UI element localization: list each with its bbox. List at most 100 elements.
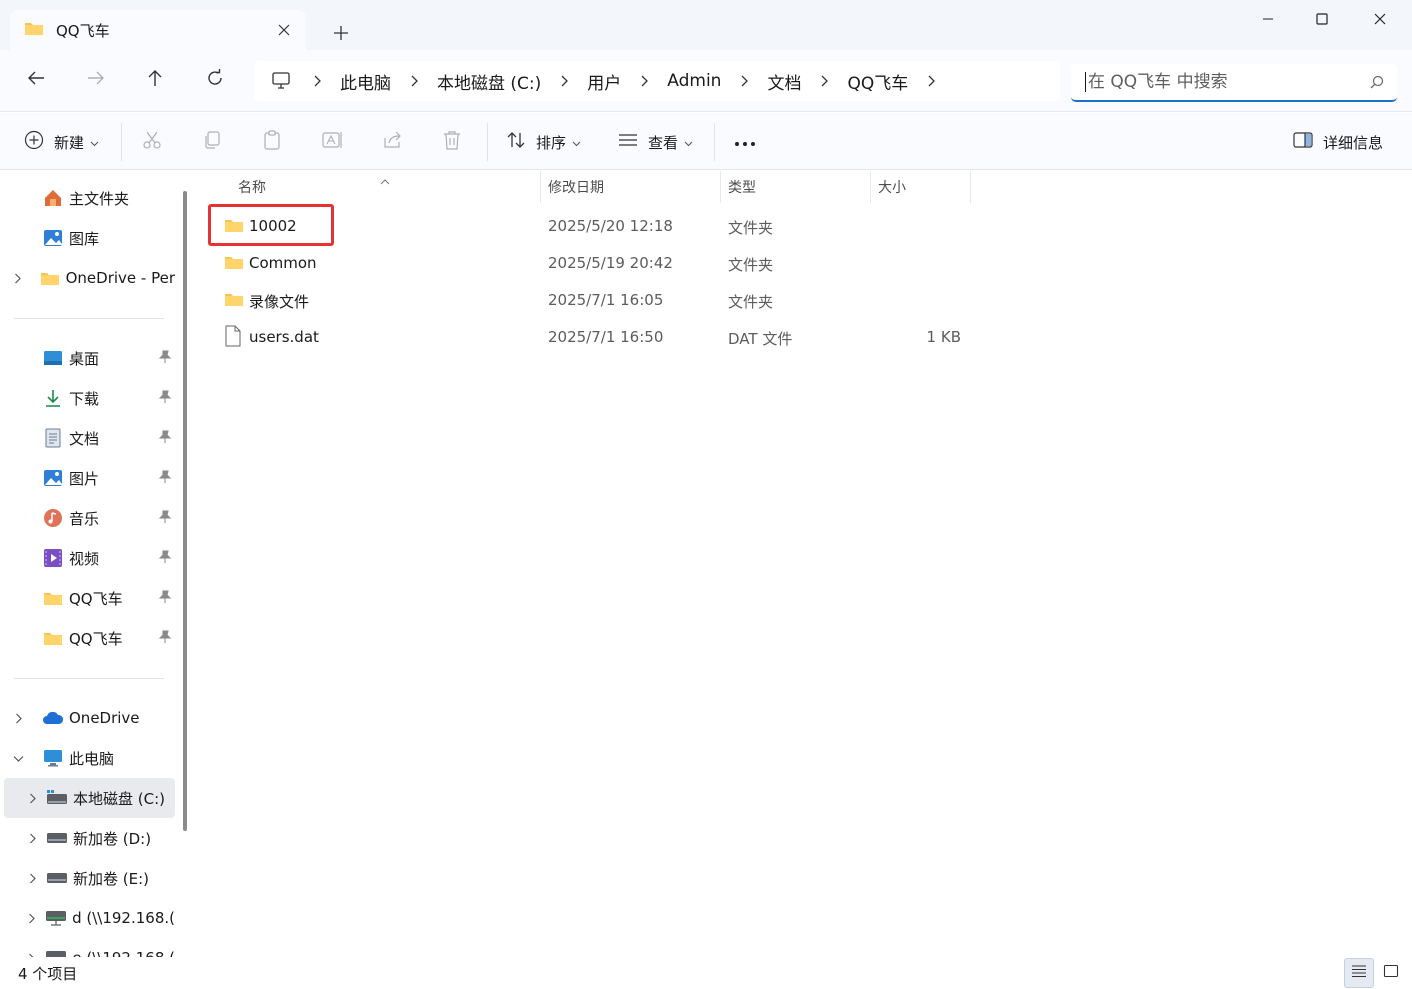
folder-icon [224, 254, 244, 274]
tab-qq-feiche[interactable]: QQ飞车 [10, 10, 306, 50]
details-label: 详细信息 [1323, 133, 1384, 152]
sidebar-item-volume-e[interactable]: 新加卷 (E:) [4, 858, 175, 898]
more-options-button[interactable] [734, 125, 756, 159]
search-box[interactable] [1071, 64, 1397, 102]
close-icon [1374, 11, 1386, 29]
column-header-name[interactable]: 名称 [238, 171, 266, 203]
search-input[interactable] [1085, 72, 1357, 92]
sidebar-item-videos[interactable]: 视频 [4, 538, 175, 578]
file-row[interactable]: 10002 2025/5/20 12:18 文件夹 [208, 208, 1158, 245]
pin-icon[interactable] [158, 510, 172, 528]
monitor-icon [42, 747, 64, 769]
sidebar-item-label: 文档 [69, 429, 100, 448]
new-button[interactable]: 新建 [24, 125, 99, 159]
pin-icon[interactable] [158, 550, 172, 568]
chevron-right-icon[interactable] [549, 61, 579, 101]
sidebar-item-desktop[interactable]: 桌面 [4, 338, 175, 378]
sidebar-item-home[interactable]: 主文件夹 [4, 178, 175, 218]
forward-button[interactable] [80, 64, 112, 96]
sidebar-item-downloads[interactable]: 下载 [4, 378, 175, 418]
column-divider[interactable] [540, 171, 541, 203]
network-drive-icon [45, 907, 67, 929]
chevron-right-icon[interactable] [916, 61, 946, 101]
close-tab-icon[interactable] [274, 20, 294, 40]
pin-icon[interactable] [158, 430, 172, 448]
pin-icon[interactable] [158, 350, 172, 368]
up-button[interactable] [139, 64, 171, 96]
chevron-right-icon[interactable] [4, 273, 30, 284]
column-divider[interactable] [870, 171, 871, 203]
pin-icon[interactable] [158, 590, 172, 608]
column-header-type[interactable]: 类型 [728, 171, 756, 203]
drive-icon [46, 827, 68, 849]
sidebar-item-network-e[interactable]: e (\\192.168.( [4, 938, 175, 957]
sidebar-item-local-disk-c[interactable]: 本地磁盘 (C:) [4, 778, 175, 818]
chevron-down-icon [572, 133, 581, 151]
rename-button[interactable] [322, 125, 344, 159]
breadcrumb-admin[interactable]: Admin [667, 71, 721, 91]
cut-button[interactable] [142, 125, 162, 159]
sidebar-item-onedrive[interactable]: OneDrive [4, 698, 175, 738]
chevron-right-icon[interactable] [729, 61, 759, 101]
file-row[interactable]: users.dat 2025/7/1 16:50 DAT 文件 1 KB [208, 319, 1158, 356]
sort-button[interactable]: 排序 [506, 125, 581, 159]
breadcrumb-documents[interactable]: 文档 [767, 69, 801, 94]
file-row[interactable]: 录像文件 2025/7/1 16:05 文件夹 [208, 282, 1158, 319]
chevron-right-icon[interactable] [18, 913, 45, 924]
maximize-button[interactable] [1294, 0, 1350, 40]
copy-icon [202, 130, 222, 154]
computer-icon[interactable] [268, 72, 294, 90]
breadcrumb-users[interactable]: 用户 [587, 69, 621, 94]
file-row[interactable]: Common 2025/5/19 20:42 文件夹 [208, 245, 1158, 282]
chevron-right-icon[interactable] [18, 873, 46, 884]
large-icons-view-button[interactable] [1376, 958, 1406, 988]
sidebar-item-this-pc[interactable]: 此电脑 [4, 738, 175, 778]
pin-icon[interactable] [158, 470, 172, 488]
chevron-right-icon[interactable] [18, 793, 46, 804]
chevron-right-icon[interactable] [399, 61, 429, 101]
search-icon[interactable] [1357, 64, 1397, 100]
share-button[interactable] [383, 125, 403, 159]
chevron-down-icon[interactable] [4, 755, 32, 762]
pin-icon[interactable] [158, 630, 172, 648]
close-window-button[interactable] [1352, 0, 1408, 40]
folder-icon [224, 291, 244, 311]
chevron-right-icon[interactable] [18, 833, 46, 844]
paste-button[interactable] [262, 125, 282, 159]
sidebar-item-pictures[interactable]: 图片 [4, 458, 175, 498]
delete-button[interactable] [443, 125, 461, 159]
sidebar-scrollbar[interactable] [183, 191, 187, 831]
sidebar-item-volume-d[interactable]: 新加卷 (D:) [4, 818, 175, 858]
back-button[interactable] [20, 64, 52, 96]
sidebar-item-onedrive-personal[interactable]: OneDrive - Per [4, 258, 175, 298]
sidebar-item-documents[interactable]: 文档 [4, 418, 175, 458]
breadcrumb-qq-feiche[interactable]: QQ飞车 [847, 69, 908, 94]
new-tab-button[interactable] [326, 18, 356, 48]
copy-button[interactable] [202, 125, 222, 159]
address-bar[interactable]: 此电脑 本地磁盘 (C:) 用户 Admin 文档 QQ飞车 [254, 61, 1060, 101]
column-divider[interactable] [970, 171, 971, 203]
breadcrumb-local-disk[interactable]: 本地磁盘 (C:) [437, 69, 541, 94]
minimize-button[interactable] [1240, 0, 1296, 40]
sidebar-item-music[interactable]: 音乐 [4, 498, 175, 538]
pin-icon[interactable] [158, 390, 172, 408]
breadcrumb-this-pc[interactable]: 此电脑 [340, 69, 391, 94]
toolbar-divider [121, 123, 122, 161]
chevron-right-icon[interactable] [809, 61, 839, 101]
sidebar-item-gallery[interactable]: 图库 [4, 218, 175, 258]
column-header-size[interactable]: 大小 [878, 171, 906, 203]
details-pane-button[interactable]: 详细信息 [1293, 125, 1383, 159]
highlight-annotation [208, 204, 334, 246]
details-view-button[interactable] [1344, 958, 1374, 988]
sidebar-item-label: QQ飞车 [69, 629, 123, 648]
view-button[interactable]: 查看 [618, 125, 693, 159]
chevron-right-icon[interactable] [302, 61, 332, 101]
sidebar-item-qq-feiche-2[interactable]: QQ飞车 [4, 618, 175, 658]
column-header-modified[interactable]: 修改日期 [548, 171, 604, 203]
refresh-button[interactable] [199, 64, 231, 96]
column-divider[interactable] [720, 171, 721, 203]
chevron-right-icon[interactable] [629, 61, 659, 101]
sidebar-item-network-d[interactable]: d (\\192.168.( [4, 898, 175, 938]
sidebar-item-qq-feiche-1[interactable]: QQ飞车 [4, 578, 175, 618]
chevron-right-icon[interactable] [4, 713, 32, 724]
